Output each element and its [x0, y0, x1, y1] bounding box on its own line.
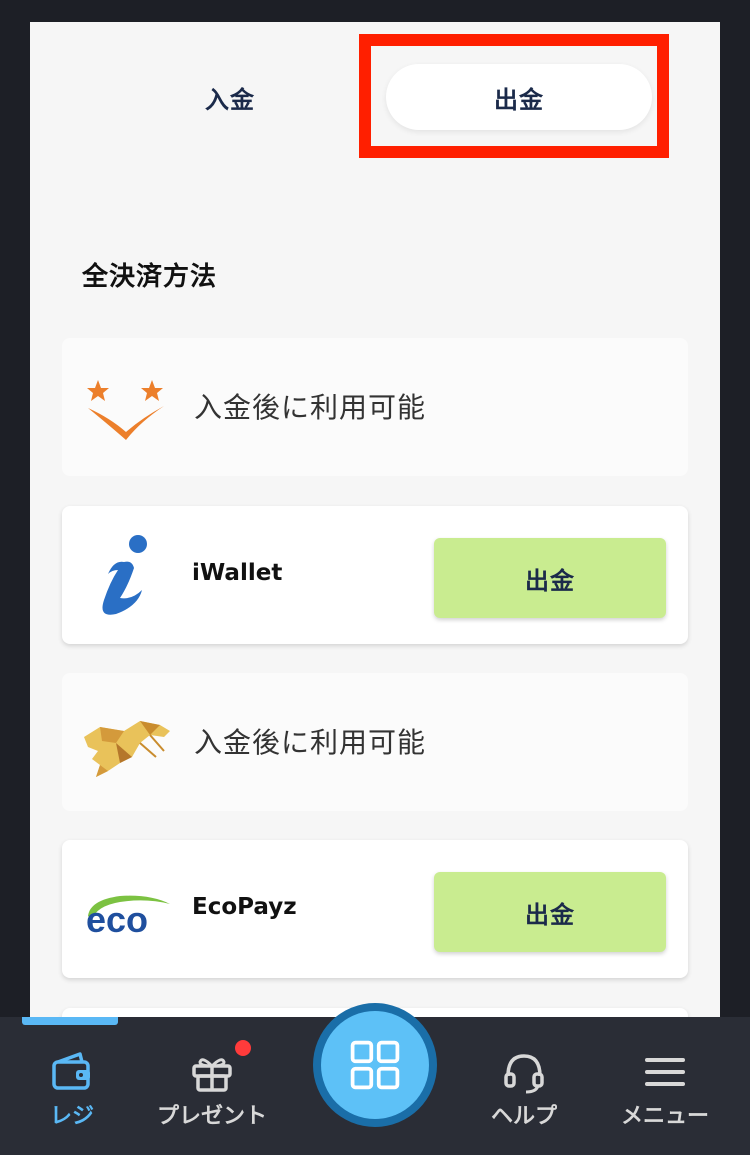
method-name: EcoPayz — [192, 894, 297, 920]
nav-label: プレゼント — [156, 1104, 267, 1129]
tab-withdraw[interactable]: 出金 — [386, 64, 652, 130]
payment-method-card: 入金後に利用可能 — [62, 673, 688, 811]
tiger-logo-icon — [84, 721, 170, 777]
cashier-panel: 入金 出金 全決済方法 入金後に利用可能 iWallet 出金 入金後に利用可能… — [30, 22, 720, 1022]
wallet-icon — [52, 1052, 90, 1090]
notification-badge — [235, 1040, 251, 1056]
grid-icon — [350, 1040, 400, 1090]
tab-deposit[interactable]: 入金 — [90, 64, 370, 130]
nav-label: レジ — [49, 1104, 94, 1129]
payment-method-card-iwallet: iWallet 出金 — [62, 506, 688, 644]
iwallet-logo-icon — [102, 535, 147, 615]
nav-label: ヘルプ — [490, 1104, 557, 1129]
headset-icon — [504, 1054, 544, 1094]
withdraw-button[interactable]: 出金 — [434, 538, 666, 618]
active-tab-indicator — [22, 1017, 118, 1025]
availability-note: 入金後に利用可能 — [194, 726, 427, 759]
nav-cashier[interactable]: レジ — [7, 1040, 137, 1140]
gift-icon — [192, 1058, 232, 1092]
nav-present[interactable]: プレゼント — [147, 1040, 277, 1140]
withdraw-button[interactable]: 出金 — [434, 872, 666, 952]
center-button-inner — [321, 1011, 429, 1119]
nav-label: メニュー — [620, 1104, 709, 1129]
section-title: 全決済方法 — [82, 262, 218, 292]
method-name: iWallet — [192, 560, 283, 586]
center-menu-button[interactable] — [313, 1003, 437, 1127]
svg-text:eco: eco — [86, 899, 148, 940]
payment-method-card: 入金後に利用可能 — [62, 338, 688, 476]
hamburger-icon — [645, 1058, 685, 1086]
tab-bar: 入金 出金 — [30, 22, 720, 172]
nav-help[interactable]: ヘルプ — [459, 1040, 589, 1140]
availability-note: 入金後に利用可能 — [194, 391, 427, 424]
payment-method-card-ecopayz: eco EcoPayz 出金 — [62, 840, 688, 978]
star-v-logo-icon — [87, 380, 164, 440]
ecopayz-logo-icon: eco — [86, 895, 170, 940]
nav-menu[interactable]: メニュー — [600, 1040, 730, 1140]
